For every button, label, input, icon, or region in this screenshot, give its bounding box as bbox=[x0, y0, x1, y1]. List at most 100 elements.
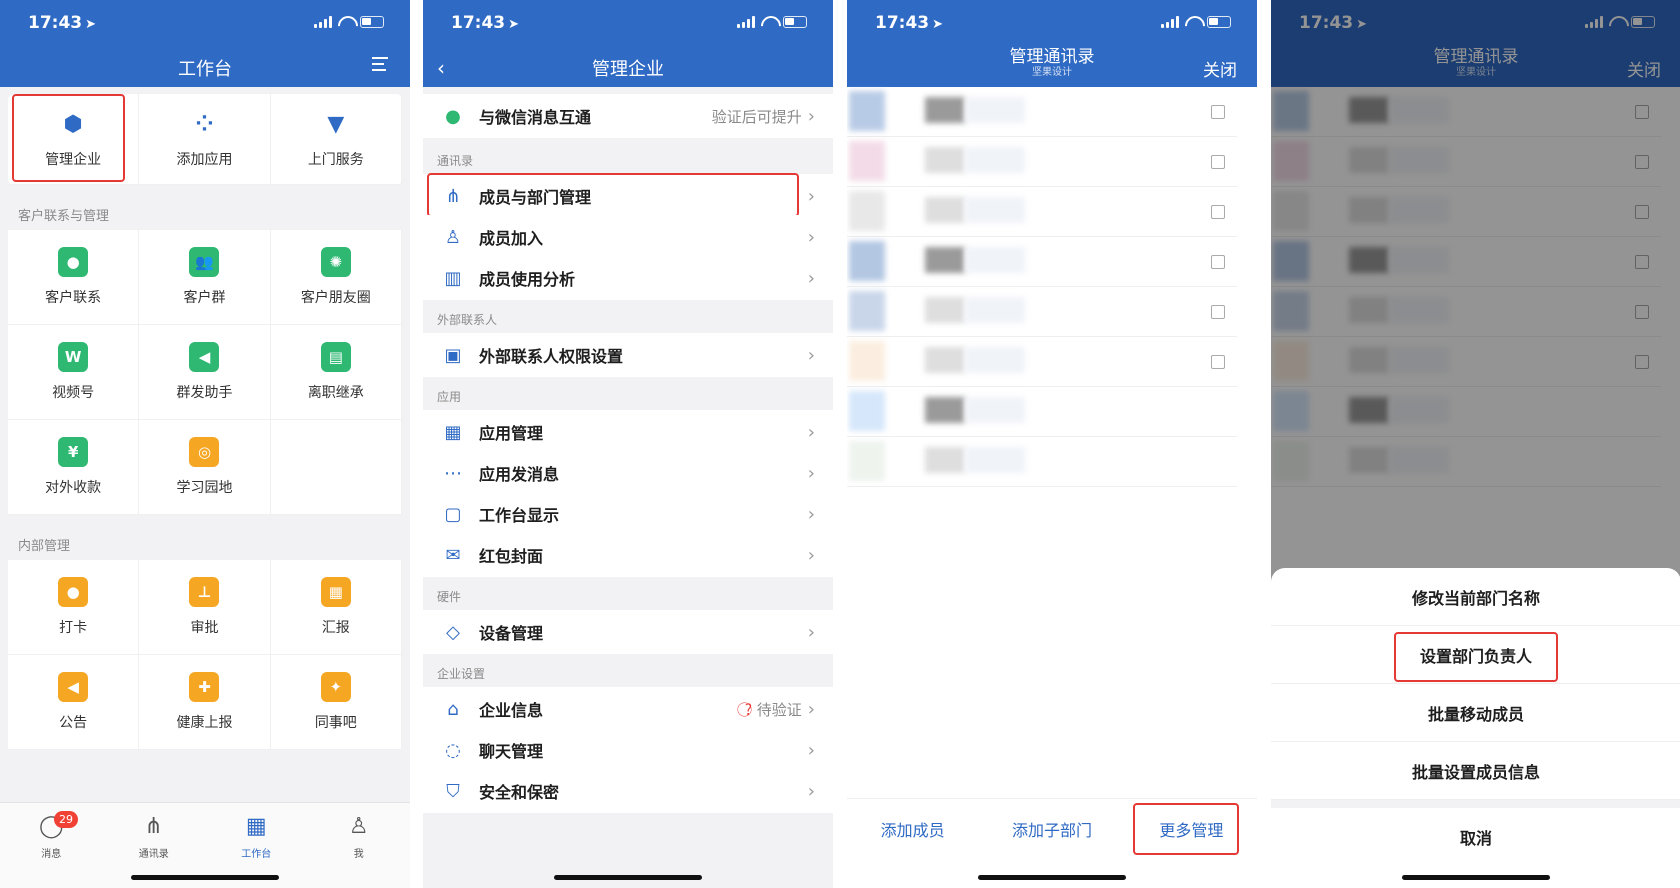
contact-row[interactable] bbox=[847, 237, 1237, 287]
menu-row[interactable]: ⌂ 企业信息 ?⃝ 待验证 › bbox=[423, 687, 833, 731]
avatar bbox=[849, 341, 885, 381]
chevron-right-icon: › bbox=[807, 226, 815, 248]
edit-icon[interactable] bbox=[1211, 355, 1225, 369]
info-placeholder bbox=[965, 347, 1025, 373]
page-title: 管理通讯录 坚果设计 bbox=[847, 48, 1257, 80]
tile-5[interactable]: ✚ 健康上报 bbox=[139, 655, 271, 750]
edit-icon[interactable] bbox=[1211, 155, 1225, 169]
wifi-icon bbox=[338, 16, 354, 28]
chevron-right-icon: › bbox=[807, 421, 815, 443]
cancel-button[interactable]: 取消 bbox=[1271, 808, 1680, 866]
battery-icon bbox=[1207, 16, 1231, 28]
tile-label: 对外收款 bbox=[45, 480, 102, 496]
contact-row[interactable] bbox=[847, 137, 1237, 187]
row-label: 与微信消息互通 bbox=[479, 108, 592, 127]
row-label: 聊天管理 bbox=[479, 742, 544, 761]
add-member-icon: ♙ bbox=[444, 226, 462, 248]
planet-icon: ◎ bbox=[189, 437, 220, 467]
contact-row[interactable] bbox=[847, 387, 1237, 437]
highlight-manage-enterprise bbox=[12, 94, 125, 182]
tile-5[interactable]: ◀ 群发助手 bbox=[139, 325, 271, 420]
tile-4[interactable]: ◀ 公告 bbox=[8, 655, 140, 750]
tile-7[interactable]: ¥ 对外收款 bbox=[8, 420, 140, 515]
menu-row[interactable]: ▣ 外部联系人权限设置 › bbox=[423, 333, 833, 377]
avatar bbox=[849, 191, 885, 231]
section-customer-label: 客户联系与管理 bbox=[18, 209, 110, 224]
internal-tiles: ● 打卡 ⊥ 审批 ▦ 汇报 ◀ 公告 ✚ 健康上报 ✦ 同事吧 bbox=[8, 560, 402, 750]
tile-1[interactable]: ● 打卡 bbox=[8, 560, 140, 655]
signal-icon bbox=[737, 16, 755, 28]
page-title: 工作台 bbox=[178, 59, 232, 80]
menu-row[interactable]: ♙ 成员加入 › bbox=[423, 215, 833, 259]
row-label: 企业信息 bbox=[479, 701, 544, 720]
tile-3[interactable]: ▦ 汇报 bbox=[270, 560, 402, 655]
edit-icon[interactable] bbox=[1211, 255, 1225, 269]
avatar bbox=[849, 241, 885, 281]
contact-row[interactable] bbox=[847, 87, 1237, 137]
share-icon: ✦ bbox=[320, 672, 351, 702]
chevron-right-icon: › bbox=[807, 267, 815, 289]
wechat-icon: ● bbox=[445, 105, 461, 127]
location-arrow-icon: ➤ bbox=[85, 17, 97, 32]
row-label: 成员加入 bbox=[479, 229, 544, 248]
edit-icon[interactable] bbox=[1211, 205, 1225, 219]
menu-row[interactable]: ▥ 成员使用分析 › bbox=[423, 256, 833, 300]
name-placeholder bbox=[925, 397, 965, 423]
tile-label: 学习园地 bbox=[176, 480, 233, 496]
menu-row[interactable]: ✉ 红包封面 › bbox=[423, 533, 833, 577]
status-icons bbox=[314, 16, 384, 28]
menu-row[interactable]: ▢ 工作台显示 › bbox=[423, 492, 833, 536]
tab-label: 消息 bbox=[41, 849, 62, 860]
wifi-icon bbox=[1185, 16, 1201, 28]
menu-row[interactable]: ▦ 应用管理 › bbox=[423, 410, 833, 454]
edit-icon[interactable] bbox=[1211, 105, 1225, 119]
tile-6[interactable]: ▤ 离职继承 bbox=[270, 325, 402, 420]
row-label: 应用发消息 bbox=[479, 465, 560, 484]
sheet-item-4[interactable]: 批量设置成员信息 bbox=[1271, 742, 1680, 800]
tile-1[interactable]: ● 客户联系 bbox=[8, 230, 140, 325]
contact-row[interactable] bbox=[847, 337, 1237, 387]
contact-row[interactable] bbox=[847, 287, 1237, 337]
tile-8[interactable]: ◎ 学习园地 bbox=[139, 420, 271, 515]
tile-2[interactable]: 👥 客户群 bbox=[139, 230, 271, 325]
tile-label: 打卡 bbox=[59, 620, 88, 636]
aperture-icon: ✺ bbox=[320, 247, 351, 277]
row-label: 成员使用分析 bbox=[479, 270, 576, 289]
tile-label: 群发助手 bbox=[176, 385, 233, 401]
menu-row[interactable]: ◇ 设备管理 › bbox=[423, 610, 833, 654]
tile-4[interactable]: W 视频号 bbox=[8, 325, 140, 420]
menu-row[interactable]: ⋯ 应用发消息 › bbox=[423, 451, 833, 495]
tile-6[interactable]: ✦ 同事吧 bbox=[270, 655, 402, 750]
chevron-right-icon: › bbox=[807, 698, 815, 720]
home-indicator bbox=[978, 875, 1126, 880]
status-time: 17:43 ➤ bbox=[28, 13, 97, 33]
tab-label: 工作台 bbox=[241, 849, 272, 860]
apps-grid-icon: ▦ bbox=[444, 421, 462, 443]
sheet-item-1[interactable]: 修改当前部门名称 bbox=[1271, 568, 1680, 626]
filter-settings-icon[interactable] bbox=[372, 56, 392, 72]
home-indicator bbox=[131, 875, 279, 880]
action-button-1[interactable]: 添加成员 bbox=[881, 817, 945, 841]
tile-3[interactable]: ▼ 上门服务 bbox=[270, 94, 402, 185]
yen-icon: ¥ bbox=[58, 437, 89, 467]
menu-row[interactable]: ◌ 聊天管理 › bbox=[423, 728, 833, 772]
edit-icon[interactable] bbox=[1211, 305, 1225, 319]
contact-row[interactable] bbox=[847, 437, 1237, 487]
action-button-2[interactable]: 添加子部门 bbox=[1012, 817, 1092, 841]
chevron-right-icon: › bbox=[807, 503, 815, 525]
chevron-right-icon: › bbox=[807, 544, 815, 566]
row-label: 安全和保密 bbox=[479, 783, 560, 802]
close-button[interactable]: 关闭 bbox=[1203, 56, 1237, 81]
battery-icon bbox=[360, 16, 384, 28]
tab-4[interactable]: ♙ 我 bbox=[308, 803, 411, 888]
group-label: 外部联系人 bbox=[437, 313, 498, 327]
contact-row[interactable] bbox=[847, 187, 1237, 237]
tile-3[interactable]: ✺ 客户朋友圈 bbox=[270, 230, 402, 325]
tile-label: 离职继承 bbox=[307, 385, 364, 401]
menu-row[interactable]: ⛉ 安全和保密 › bbox=[423, 769, 833, 813]
tab-1[interactable]: ◯ 消息 29 bbox=[0, 803, 103, 888]
tile-2[interactable]: ⊥ 审批 bbox=[139, 560, 271, 655]
sheet-item-3[interactable]: 批量移动成员 bbox=[1271, 684, 1680, 742]
tile-2[interactable]: ⁘ 添加应用 bbox=[139, 94, 271, 185]
wechat-interop-row[interactable]: ● 与微信消息互通 验证后可提升 › bbox=[423, 94, 833, 138]
